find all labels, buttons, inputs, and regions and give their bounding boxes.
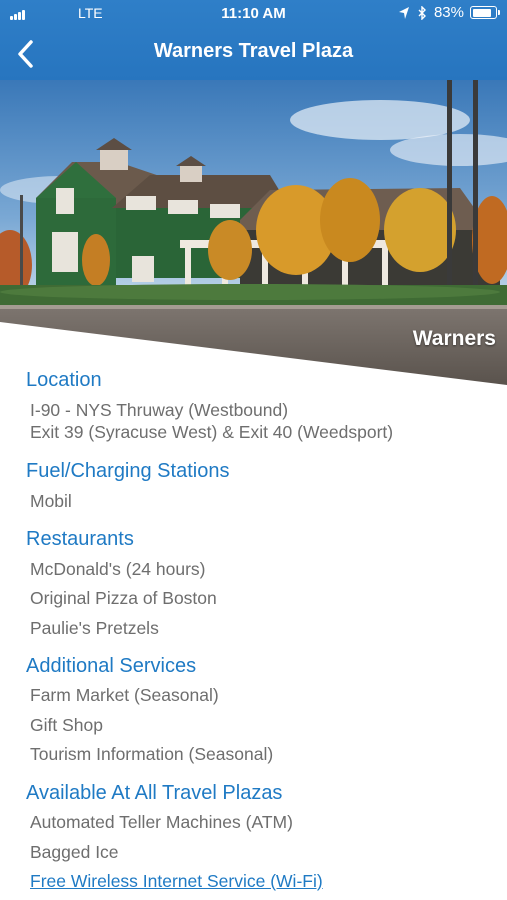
status-bar: LTE 11:10 AM 83% (0, 0, 507, 28)
amenity-line: Bagged Ice (30, 842, 119, 862)
hero-image: Warners (0, 80, 507, 385)
service-line: Farm Market (Seasonal) (30, 685, 219, 705)
section-title-location: Location (26, 369, 102, 391)
section-title-fuel: Fuel/Charging Stations (26, 460, 230, 482)
status-right: 83% (398, 4, 500, 21)
page-title: Warners Travel Plaza (153, 40, 354, 62)
section-title-restaurants: Restaurants (26, 528, 134, 550)
section-title-services: Additional Services (26, 655, 197, 677)
location-line: Exit 39 (Syracuse West) & Exit 40 (Weeds… (30, 422, 394, 442)
service-line: Tourism Information (Seasonal) (30, 744, 274, 764)
location-line: I-90 - NYS Thruway (Westbound) (30, 400, 289, 420)
section-title-all-plazas: Available At All Travel Plazas (26, 782, 283, 804)
service-line: Gift Shop (30, 715, 103, 735)
location-arrow-icon (398, 6, 409, 19)
fuel-line: Mobil (30, 491, 72, 511)
header: LTE 11:10 AM 83% Warners Travel Plaza (0, 0, 507, 80)
battery-percent: 83% (433, 4, 464, 21)
restaurant-line: Original Pizza of Boston (30, 588, 217, 608)
nav-bar: Warners Travel Plaza (0, 28, 507, 80)
bluetooth-icon (418, 5, 426, 20)
restaurant-line: McDonald's (24 hours) (30, 559, 206, 579)
restaurant-line: Paulie's Pretzels (30, 618, 159, 638)
amenity-line: Automated Teller Machines (ATM) (30, 812, 293, 832)
battery-icon (470, 6, 500, 19)
wifi-link[interactable]: Free Wireless Internet Service (Wi-Fi) (30, 871, 323, 892)
hero-caption: Warners (412, 327, 496, 350)
